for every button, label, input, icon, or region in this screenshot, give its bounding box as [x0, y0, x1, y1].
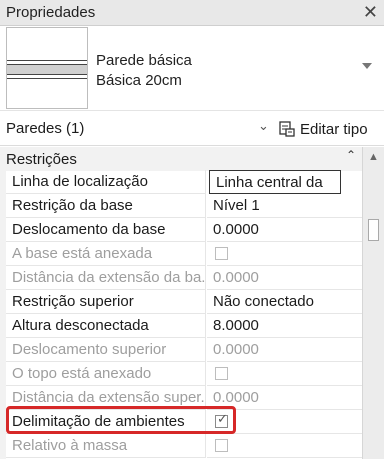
- edit-type-button[interactable]: Editar tipo: [278, 117, 368, 141]
- edit-type-icon: [279, 121, 295, 137]
- property-row: Deslocamento superior 0.0000: [0, 338, 362, 362]
- property-row[interactable]: Altura desconectada 8.0000: [0, 314, 362, 338]
- group-label: Restrições: [6, 151, 77, 168]
- property-row[interactable]: Linha de localização Linha central da: [0, 170, 362, 194]
- property-value: 0.0000: [207, 266, 362, 290]
- property-name: O topo está anexado: [6, 362, 206, 386]
- property-name: Altura desconectada: [6, 314, 206, 338]
- category-filter-label[interactable]: Paredes (1): [6, 120, 84, 137]
- property-name: Distância da extensão da ba...: [6, 266, 206, 290]
- property-name: Linha de localização: [6, 170, 206, 194]
- property-name: Deslocamento superior: [6, 338, 206, 362]
- property-value-input[interactable]: Linha central da: [209, 170, 341, 194]
- property-row: O topo está anexado: [0, 362, 362, 386]
- property-row: Distância da extensão da ba... 0.0000: [0, 266, 362, 290]
- property-name: A base está anexada: [6, 242, 206, 266]
- property-checkbox: [215, 439, 228, 452]
- property-value[interactable]: Nível 1: [207, 194, 362, 218]
- property-row: A base está anexada: [0, 242, 362, 266]
- group-header-restricoes[interactable]: Restrições ⌃: [0, 147, 362, 171]
- highlight-box: [6, 406, 236, 434]
- property-name: Restrição superior: [6, 290, 206, 314]
- chevron-down-icon[interactable]: ⌄: [258, 118, 269, 134]
- property-checkbox: [215, 247, 228, 260]
- property-value: [207, 434, 362, 458]
- panel-title: Propriedades: [6, 4, 96, 21]
- scroll-thumb[interactable]: [368, 219, 379, 241]
- properties-grid: Restrições ⌃ Linha de localização Linha c…: [0, 147, 362, 459]
- chevron-down-icon[interactable]: [362, 63, 372, 69]
- property-value[interactable]: 8.0000: [207, 314, 362, 338]
- property-name: Deslocamento da base: [6, 218, 206, 242]
- property-row[interactable]: Deslocamento da base 0.0000: [0, 218, 362, 242]
- property-name: Relativo à massa: [6, 434, 206, 458]
- type-selector[interactable]: Parede básica Básica 20cm: [0, 27, 384, 111]
- property-value: [207, 362, 362, 386]
- property-value: 0.0000: [207, 338, 362, 362]
- close-icon[interactable]: ✕: [363, 2, 378, 22]
- wall-preview-icon: [6, 27, 88, 109]
- property-row: Relativo à massa: [0, 434, 362, 458]
- property-checkbox: [215, 367, 228, 380]
- property-name: Restrição da base: [6, 194, 206, 218]
- collapse-icon[interactable]: ⌃: [346, 148, 356, 162]
- property-value[interactable]: Não conectado: [207, 290, 362, 314]
- instance-filter: Paredes (1) ⌄ Editar tipo: [0, 112, 384, 146]
- property-value[interactable]: 0.0000: [207, 218, 362, 242]
- panel-titlebar: Propriedades ✕: [0, 0, 384, 26]
- property-row[interactable]: Restrição superior Não conectado: [0, 290, 362, 314]
- property-row[interactable]: Restrição da base Nível 1: [0, 194, 362, 218]
- edit-type-label: Editar tipo: [300, 120, 368, 138]
- vertical-scrollbar[interactable]: ▲: [362, 147, 384, 459]
- scroll-up-icon[interactable]: ▲: [368, 151, 379, 163]
- type-name: Básica 20cm: [96, 72, 182, 89]
- property-value: [207, 242, 362, 266]
- type-family-name: Parede básica: [96, 52, 192, 69]
